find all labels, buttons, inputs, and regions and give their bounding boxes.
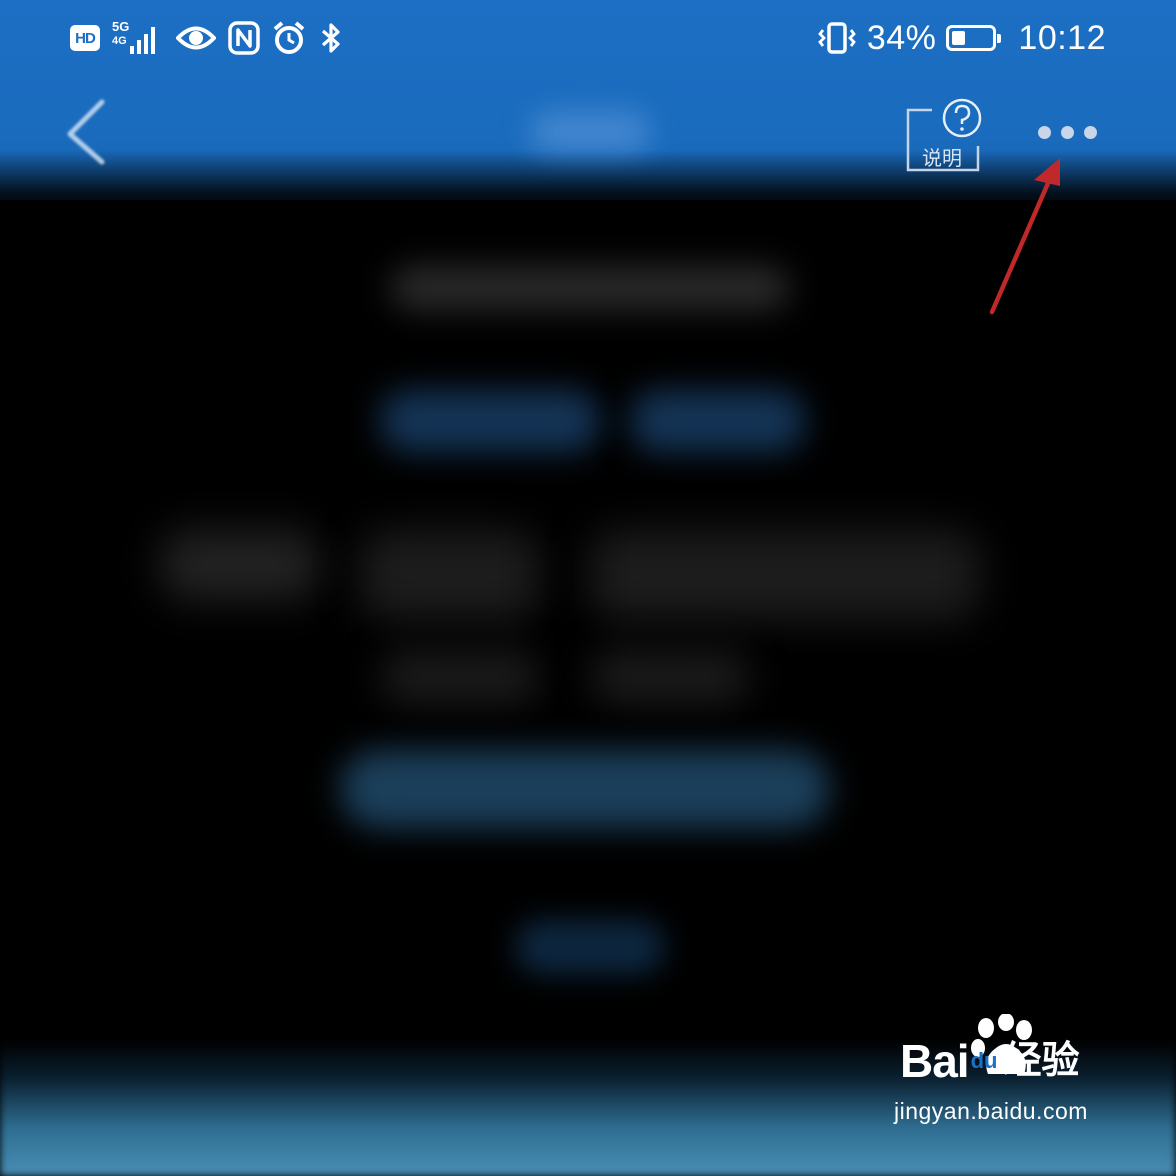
blurred-tab-right: [630, 390, 805, 452]
back-button[interactable]: [58, 96, 114, 168]
status-bar-right: 34% 10:12: [817, 16, 1106, 60]
baidu-jingyan-watermark: Bai du 经验 jingyan.baidu.com: [894, 1014, 1114, 1150]
watermark-bai: Bai: [900, 1035, 970, 1087]
hd-icon: HD: [70, 25, 100, 51]
watermark-jingyan: 经验: [1003, 1040, 1080, 1082]
status-bar-left: HD 5G 4G: [70, 16, 344, 60]
blurred-text: [590, 650, 750, 704]
chevron-left-icon: [67, 99, 105, 165]
blurred-field: [590, 530, 980, 620]
help-button[interactable]: 说明: [904, 96, 984, 176]
network-sub-label: 4G: [112, 35, 127, 47]
more-dots-icon: [1037, 125, 1051, 139]
blurred-text: [380, 650, 540, 704]
blurred-title: [390, 266, 790, 310]
more-options-button[interactable]: [1030, 116, 1104, 148]
eye-icon: [176, 26, 216, 50]
watermark-brand: Bai du 经验: [900, 1036, 1080, 1086]
blurred-action-button[interactable]: [340, 750, 830, 828]
clock: 10:12: [1018, 19, 1106, 57]
battery-percent: 34%: [866, 19, 937, 57]
help-label: 说明: [922, 146, 962, 170]
blurred-link[interactable]: [515, 920, 665, 974]
blurred-label: [160, 530, 320, 600]
alarm-icon: [273, 21, 305, 54]
battery-fill: [952, 31, 966, 45]
watermark-url: jingyan.baidu.com: [894, 1098, 1088, 1124]
blurred-tab-left: [380, 390, 600, 452]
vibrate-icon: [817, 22, 856, 54]
more-dots-icon: [1060, 125, 1074, 139]
blurred-field: [360, 530, 540, 620]
more-dots-icon: [1083, 125, 1097, 139]
signal-bars: [130, 27, 155, 54]
status-bar: HD 5G 4G 34% 10:12: [0, 0, 1176, 76]
signal-icon: 5G 4G: [112, 20, 164, 56]
page-title: [530, 112, 650, 152]
battery-icon: [946, 25, 1002, 51]
watermark-du: du: [970, 1048, 998, 1073]
network-label: 5G: [112, 19, 130, 34]
bluetooth-icon: [321, 23, 340, 53]
nfc-icon: [228, 21, 260, 55]
blurred-content: [0, 200, 1176, 1080]
